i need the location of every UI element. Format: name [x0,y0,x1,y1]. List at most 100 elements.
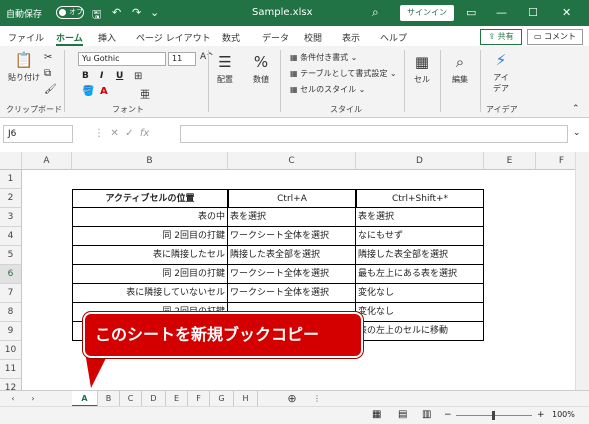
page-break-view-icon[interactable]: ▥ [422,409,431,420]
table-cell[interactable]: 同 2回目の打鍵 [72,265,228,284]
sheet-tab[interactable]: C [120,391,142,407]
row-header[interactable]: 11 [0,360,22,379]
column-header[interactable]: C [228,152,356,170]
column-header[interactable]: B [72,152,228,170]
editing-button[interactable]: ⌕ 編集 [446,52,474,85]
page-layout-view-icon[interactable]: ▤ [398,409,407,420]
format-painter-icon[interactable]: 🖌 [44,84,57,95]
tab-review[interactable]: 校閲 [304,31,322,44]
sheet-tab-active[interactable]: A [72,391,98,407]
table-cell[interactable]: ワークシート全体を選択 [228,265,356,284]
cut-icon[interactable]: ✂ [44,52,52,63]
table-cell[interactable]: 表の左上のセルに移動 [356,322,484,341]
table-header-cell[interactable]: Ctrl+Shift+* [356,189,484,208]
table-cell[interactable]: 表を選択 [356,208,484,227]
undo-icon[interactable]: ↶ [112,6,121,19]
select-all-corner[interactable] [0,152,22,170]
italic-button[interactable]: I [100,71,103,81]
ideas-button[interactable]: ⚡ アイ デア [486,50,516,94]
sheet-tab[interactable]: H [234,391,258,407]
copy-icon[interactable]: ⧉ [44,68,51,79]
tab-help[interactable]: ヘルプ [380,31,407,44]
search-icon[interactable]: ⌕ [372,5,379,20]
row-header[interactable]: 8 [0,303,22,322]
name-box[interactable]: J6 [3,125,73,143]
font-color-icon[interactable]: A [100,86,108,97]
font-name-select[interactable]: Yu Gothic [78,52,166,66]
table-cell[interactable]: 表を選択 [228,208,356,227]
table-format-button[interactable]: ▦ テーブルとして書式設定 ⌄ [290,68,397,79]
align-button[interactable]: ☰ 配置 [212,52,238,85]
row-header[interactable]: 4 [0,227,22,246]
qat-dropdown-icon[interactable]: ⌄ [150,6,159,19]
table-cell[interactable]: 隣接した表全部を選択 [356,246,484,265]
cells-button[interactable]: ▦ セル [410,52,434,85]
sheet-tab[interactable]: F [188,391,210,407]
collapse-ribbon-icon[interactable]: ⌃ [572,104,580,114]
row-header[interactable]: 5 [0,246,22,265]
fill-color-icon[interactable]: 🪣 [82,86,94,97]
table-cell[interactable]: ワークシート全体を選択 [228,284,356,303]
table-cell[interactable]: なにもせず [356,227,484,246]
expand-formula-icon[interactable]: ⌄ [573,128,581,138]
table-cell[interactable]: 表に隣接していないセル [72,284,228,303]
cond-format-button[interactable]: ▦ 条件付き書式 ⌄ [290,52,357,63]
number-button[interactable]: % 数値 [248,52,274,85]
row-header[interactable]: 9 [0,322,22,341]
paste-button[interactable]: 📋 貼り付け [6,50,42,83]
row-header[interactable]: 7 [0,284,22,303]
column-header[interactable]: F [536,152,575,170]
maximize-icon[interactable]: ☐ [528,6,538,19]
tab-splitter-icon[interactable]: ⋮ [312,391,322,407]
save-icon[interactable]: 🖫 [92,6,101,25]
row-header[interactable]: 3 [0,208,22,227]
table-cell[interactable]: 最も左上にある表を選択 [356,265,484,284]
normal-view-icon[interactable]: ▦ [372,409,381,420]
row-header[interactable]: 2 [0,189,22,208]
table-cell[interactable]: ワークシート全体を選択 [228,227,356,246]
sheet-tab[interactable]: B [98,391,120,407]
cell-style-button[interactable]: ▦ セルのスタイル ⌄ [290,84,365,95]
bold-button[interactable]: B [82,71,89,81]
table-header-cell[interactable]: アクティブセルの位置 [72,189,228,208]
vertical-scrollbar[interactable] [575,152,589,390]
tab-view[interactable]: 表示 [342,31,360,44]
sheet-tab[interactable]: G [210,391,234,407]
table-cell[interactable]: 隣接した表全部を選択 [228,246,356,265]
tab-formulas[interactable]: 数式 [222,31,240,44]
zoom-slider-thumb[interactable] [492,411,495,420]
column-header[interactable]: E [484,152,536,170]
tab-insert[interactable]: 挿入 [98,31,116,44]
phonetic-icon[interactable]: 亜 [140,86,150,101]
autosave-toggle[interactable]: オフ [56,6,84,19]
zoom-level[interactable]: 100% [552,410,575,419]
redo-icon[interactable]: ↷ [132,6,141,19]
border-icon[interactable]: ⊞ [134,71,142,82]
row-header[interactable]: 12 [0,379,22,390]
table-cell[interactable]: 表の中 [72,208,228,227]
signin-button[interactable]: サインイン [400,5,454,21]
tab-file[interactable]: ファイル [8,31,44,44]
next-sheet-icon[interactable]: › [24,391,42,407]
column-header[interactable]: A [22,152,72,170]
underline-button[interactable]: U [116,71,123,81]
table-cell[interactable]: 変化なし [356,284,484,303]
share-button[interactable]: ⇪ 共有 [480,29,522,45]
minimize-icon[interactable]: — [496,6,507,19]
table-cell[interactable]: 同 2回目の打鍵 [72,227,228,246]
zoom-out-icon[interactable]: − [444,410,452,420]
tab-page-layout[interactable]: ページ レイアウト [136,31,211,44]
zoom-in-icon[interactable]: + [537,410,545,420]
column-header[interactable]: D [356,152,484,170]
font-size-select[interactable]: 11 [168,52,196,66]
tab-home[interactable]: ホーム [56,31,83,46]
sheet-tab[interactable]: E [166,391,188,407]
ribbon-display-icon[interactable]: ▭ [466,6,476,19]
table-cell[interactable]: 変化なし [356,303,484,322]
prev-sheet-icon[interactable]: ‹ [4,391,22,407]
row-header-selected[interactable]: 6 [0,265,22,284]
row-header[interactable]: 10 [0,341,22,360]
table-cell[interactable]: 表に隣接したセル [72,246,228,265]
sheet-tab[interactable]: D [142,391,166,407]
row-header[interactable]: 1 [0,170,22,189]
